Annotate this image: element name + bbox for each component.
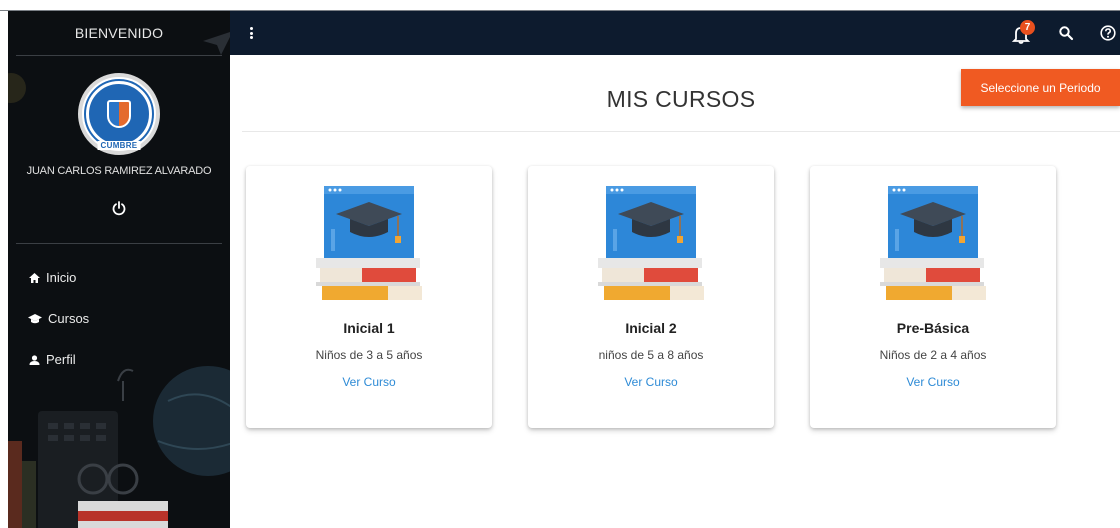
course-title: Inicial 2 [625,320,677,336]
course-card[interactable]: Inicial 1 Niños de 3 a 5 años Ver Curso [246,166,492,428]
sidebar-divider [16,243,222,244]
course-title: Inicial 1 [343,320,395,336]
sidebar-item-cursos[interactable]: Cursos [28,311,89,326]
user-name: JUAN CARLOS RAMIREZ ALVARADO [26,165,212,177]
paper-plane-decoration-icon [203,32,230,55]
sidebar: BIENVENIDO CUMBRE JUAN CARLOS RAMIREZ AL… [8,11,230,528]
help-icon[interactable] [1100,25,1116,41]
title-divider [242,131,1120,132]
sidebar-item-label: Inicio [46,270,77,285]
school-supplies-decoration-icon [8,366,230,528]
graduation-books-icon [880,186,986,300]
course-card[interactable]: Inicial 2 niños de 5 a 8 años Ver Curso [528,166,774,428]
notification-badge: 7 [1020,20,1035,35]
course-subtitle: Niños de 2 a 4 años [879,348,987,362]
view-course-link[interactable]: Ver Curso [528,375,774,389]
top-bar: 7 [230,11,1120,55]
avatar: CUMBRE [78,73,160,155]
search-icon[interactable] [1058,25,1074,41]
sidebar-item-inicio[interactable]: Inicio [28,270,76,285]
view-course-link[interactable]: Ver Curso [246,375,492,389]
moon-decoration-icon [8,73,26,103]
graduation-cap-icon [28,313,42,325]
view-course-link[interactable]: Ver Curso [810,375,1056,389]
course-subtitle: Niños de 3 a 5 años [315,348,423,362]
school-logo: CUMBRE [84,79,154,150]
shield-icon [107,100,131,128]
sidebar-title: BIENVENIDO [74,25,164,41]
sidebar-divider [16,55,222,56]
course-subtitle: niños de 5 a 8 años [598,348,704,362]
logo-text: CUMBRE [97,141,141,150]
home-icon [28,272,40,284]
menu-icon[interactable] [246,25,256,41]
sidebar-item-label: Cursos [48,311,90,326]
power-icon[interactable] [111,200,127,216]
top-strip [0,0,1120,10]
page-title: MIS CURSOS [606,86,756,112]
course-title: Pre-Básica [896,320,970,336]
graduation-books-icon [316,186,422,300]
course-card[interactable]: Pre-Básica Niños de 2 a 4 años Ver Curso [810,166,1056,428]
graduation-books-icon [598,186,704,300]
